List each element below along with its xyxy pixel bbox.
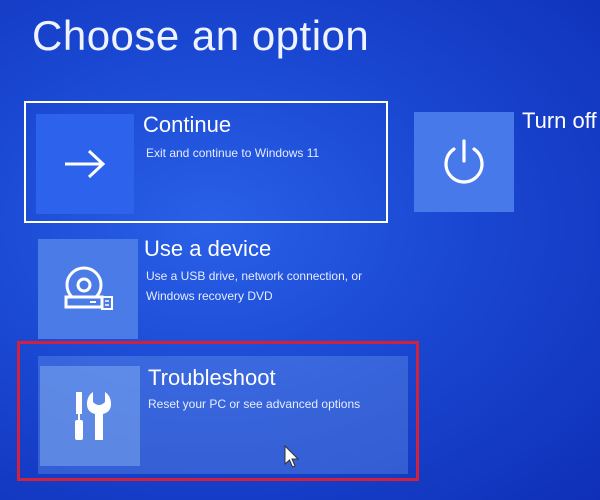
use-device-tile[interactable]: [38, 239, 138, 339]
use-device-option[interactable]: Use a device Use a USB drive, network co…: [36, 236, 396, 340]
troubleshoot-tile[interactable]: [40, 366, 140, 466]
continue-label: Continue: [143, 112, 232, 137]
tools-icon: [75, 392, 111, 440]
troubleshoot-label: Troubleshoot: [148, 365, 276, 390]
continue-tile[interactable]: [36, 114, 134, 214]
use-device-description-line1: Use a USB drive, network connection, or: [146, 269, 363, 283]
use-device-label: Use a device: [144, 236, 272, 261]
page-title: Choose an option: [32, 12, 370, 59]
turn-off-tile[interactable]: [414, 112, 514, 212]
continue-option[interactable]: Continue Exit and continue to Windows 11: [24, 101, 388, 223]
use-device-description-line2: Windows recovery DVD: [146, 289, 273, 303]
use-device-description: Use a USB drive, network connection, or …: [146, 266, 362, 306]
disc-drive-icon: [64, 266, 113, 310]
power-icon: [444, 139, 484, 184]
troubleshoot-option[interactable]: Troubleshoot Reset your PC or see advanc…: [17, 341, 419, 481]
arrow-right-icon: [65, 149, 106, 179]
turn-off-label: Turn off: [522, 108, 597, 133]
turn-off-option[interactable]: Turn off: [412, 108, 600, 212]
troubleshoot-description: Reset your PC or see advanced options: [148, 397, 361, 411]
mouse-pointer-icon: [284, 445, 300, 468]
continue-description: Exit and continue to Windows 11: [146, 146, 320, 160]
